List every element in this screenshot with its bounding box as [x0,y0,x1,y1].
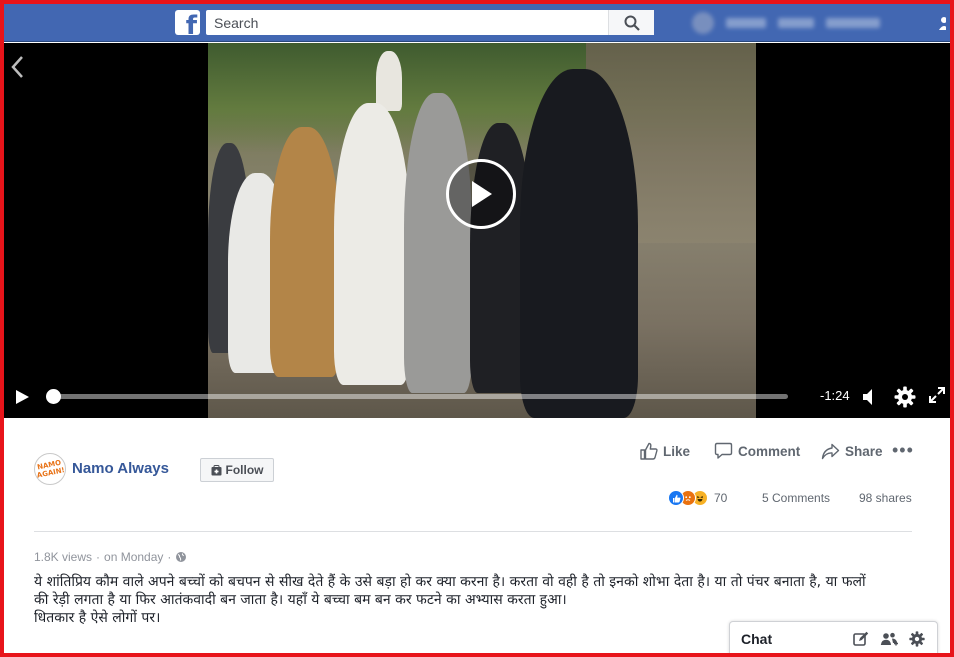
video-figure [270,127,340,377]
post-caption: ये शांतिप्रिय कौम वाले अपने बच्चों को बच… [34,573,914,627]
reaction-count: 70 [714,491,728,505]
like-label: Like [663,443,691,459]
profile-avatar[interactable] [692,12,714,34]
progress-knob[interactable] [46,389,61,404]
views-count: 1.8K views [34,550,93,564]
page-avatar[interactable]: NAMO AGAIN! [34,453,66,485]
profile-link[interactable] [726,18,766,28]
shares-count-link[interactable]: 98 shares [859,491,912,505]
top-navigation-bar: f [4,4,950,42]
chat-bar[interactable]: Chat [729,621,938,657]
video-player[interactable]: -1:24 [4,43,950,418]
post-timestamp[interactable]: on Monday [104,550,163,564]
comment-button[interactable]: Comment [714,440,800,462]
comment-icon [714,442,733,459]
follow-button[interactable]: Follow [200,458,274,482]
back-arrow-icon[interactable] [10,55,24,86]
search-box [206,10,654,35]
globe-privacy-icon[interactable] [175,551,187,563]
create-group-icon[interactable] [880,631,898,652]
search-icon [624,15,640,31]
share-label: Share [845,443,883,459]
video-figure [376,51,402,111]
page-name-link[interactable]: Namo Always [72,460,169,477]
like-icon [640,442,658,460]
video-frame[interactable] [208,43,756,418]
share-button[interactable]: Share [821,440,883,462]
blurred-nav-links [692,12,880,34]
video-figure [404,93,472,393]
play-icon [472,181,492,207]
search-input[interactable] [206,10,608,35]
comment-label: Comment [738,443,801,459]
caption-line: ये शांतिप्रिय कौम वाले अपने बच्चों को बच… [34,574,866,590]
chat-settings-icon[interactable] [909,631,925,652]
home-link[interactable] [778,18,814,28]
post-meta: 1.8K views · on Monday · [34,550,187,564]
new-message-icon[interactable] [853,631,869,652]
section-divider [34,531,912,532]
friend-requests-icon[interactable] [938,16,949,33]
like-button[interactable]: Like [640,440,690,462]
progress-bar[interactable] [46,389,788,404]
fullscreen-icon[interactable] [929,387,945,408]
logo-letter: f [185,11,197,35]
settings-gear-icon[interactable] [894,386,916,413]
comments-count-link[interactable]: 5 Comments [762,491,830,505]
follow-icon [211,464,221,475]
caption-line: की रेड़ी लगता है या फिर आतंकवादी बन जाता… [34,592,567,608]
more-options-icon[interactable]: ••• [892,441,914,459]
video-figure [520,69,638,418]
chat-label[interactable]: Chat [741,631,772,647]
volume-icon[interactable] [861,387,879,412]
like-reaction-icon [668,490,684,506]
find-friends-link[interactable] [826,18,880,28]
follow-label: Follow [225,463,264,477]
meta-separator-2: · [167,550,172,564]
meta-separator: · [96,550,101,564]
video-figure [334,103,410,385]
avatar-text: NAMO AGAIN! [36,458,66,480]
play-button[interactable] [446,159,516,229]
video-controls: -1:24 [4,380,950,418]
reactions-summary[interactable]: 70 [668,490,727,506]
search-button[interactable] [608,10,654,35]
time-remaining: -1:24 [820,388,850,403]
facebook-logo-icon[interactable]: f [175,10,200,35]
control-play-icon[interactable] [14,388,30,411]
share-icon [821,443,840,459]
